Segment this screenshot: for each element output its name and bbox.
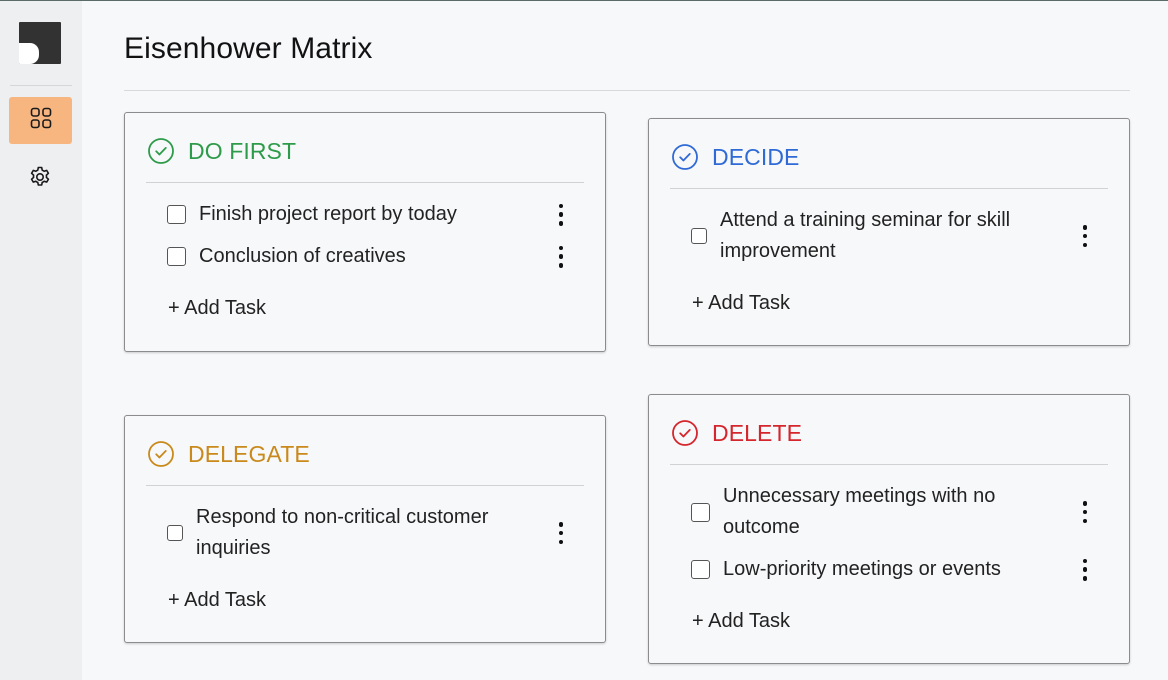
task-label: Finish project report by today [199,203,457,225]
task-item: Finish project report by today [167,199,567,230]
title-divider [124,90,1130,91]
task-item: Conclusion of creatives [167,241,567,272]
sidebar-divider [10,85,72,86]
quadrant-divider [146,182,584,183]
task-label: Respond to non-critical customer inquiri… [196,506,489,559]
task-label: Unnecessary meetings with no outcome [723,485,996,538]
task-item: Unnecessary meetings with no outcome [691,481,1091,543]
sidebar-item-settings[interactable] [27,166,53,192]
more-options-icon[interactable] [555,244,567,270]
gear-icon [28,165,52,194]
task-checkbox[interactable] [167,247,186,266]
task-checkbox[interactable] [691,502,710,522]
more-options-icon[interactable] [1079,223,1091,249]
quadrant-title: DELETE [712,419,803,446]
quadrant-title: DELEGATE [188,440,310,467]
task-label: Attend a training seminar for skill impr… [720,209,1011,262]
task-checkbox[interactable] [691,560,710,579]
top-border [0,0,1168,1]
quadrant-title: DO FIRST [188,137,297,164]
task-item: Attend a training seminar for skill impr… [691,205,1091,267]
quadrant-do-first: DO FIRST Finish project report by today … [124,112,606,352]
quadrant-header: DECIDE [671,143,800,171]
quadrant-divider [670,188,1108,189]
more-options-icon[interactable] [555,202,567,228]
check-circle-icon [147,440,175,468]
add-task-button[interactable]: + Add Task [168,297,266,320]
task-checkbox[interactable] [691,228,707,244]
check-circle-icon [147,137,175,165]
sidebar [0,1,82,680]
add-task-button[interactable]: + Add Task [168,589,266,612]
grid-icon [30,107,52,134]
quadrant-header: DELEGATE [147,440,310,468]
sidebar-item-dashboard[interactable] [9,97,72,144]
logo-notch [19,43,39,64]
quadrant-header: DELETE [671,419,802,447]
quadrant-decide: DECIDE Attend a training seminar for ski… [648,118,1130,346]
add-task-button[interactable]: + Add Task [692,610,790,633]
task-checkbox[interactable] [167,525,183,541]
quadrant-divider [670,464,1108,465]
page-title: Eisenhower Matrix [124,32,373,65]
more-options-icon[interactable] [1079,557,1091,583]
add-task-button[interactable]: + Add Task [692,292,790,315]
quadrant-divider [146,485,584,486]
check-circle-icon [671,143,699,171]
task-label: Conclusion of creatives [199,245,406,267]
task-item: Low-priority meetings or events [691,554,1091,585]
quadrant-delegate: DELEGATE Respond to non-critical custome… [124,415,606,643]
quadrant-delete: DELETE Unnecessary meetings with no outc… [648,394,1130,664]
task-item: Respond to non-critical customer inquiri… [167,502,567,564]
quadrant-title: DECIDE [712,143,800,170]
check-circle-icon [671,419,699,447]
more-options-icon[interactable] [555,520,567,546]
app-logo[interactable] [19,22,61,64]
task-checkbox[interactable] [167,205,186,224]
task-label: Low-priority meetings or events [723,558,1001,580]
quadrant-header: DO FIRST [147,137,296,165]
more-options-icon[interactable] [1079,499,1091,525]
